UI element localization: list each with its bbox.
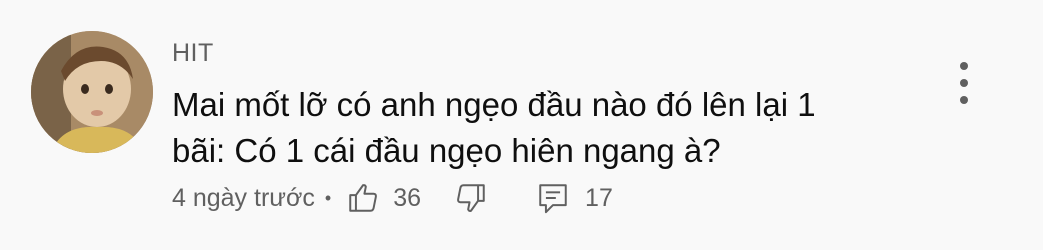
reply-button[interactable] xyxy=(533,178,573,218)
menu-dot xyxy=(960,62,968,70)
separator-dot: • xyxy=(324,187,332,208)
like-count: 36 xyxy=(393,183,422,212)
comment-text-line: Mai mốt lỡ có anh ngẹo đầu nào đó lên lạ… xyxy=(172,86,816,123)
comment-text: Mai mốt lỡ có anh ngẹo đầu nào đó lên lạ… xyxy=(172,82,932,174)
reply-count: 17 xyxy=(585,183,613,212)
menu-dot xyxy=(960,79,968,87)
avatar-photo xyxy=(31,31,153,153)
like-button[interactable] xyxy=(343,178,383,218)
comment-icon xyxy=(539,184,567,214)
menu-dot xyxy=(960,96,968,104)
more-vert-icon[interactable] xyxy=(946,58,982,108)
comment-timestamp[interactable]: 4 ngày trước xyxy=(172,184,315,213)
thumb-down-icon xyxy=(457,184,485,212)
comment-author[interactable]: HIT xyxy=(172,38,214,68)
comment-text-line: bãi: Có 1 cái đầu ngẹo hiên ngang à? xyxy=(172,132,721,169)
dislike-button[interactable] xyxy=(451,178,491,218)
comment-toolbar: 4 ngày trước • 36 17 xyxy=(172,176,613,220)
thumb-up-icon xyxy=(349,184,378,212)
avatar[interactable] xyxy=(31,31,153,153)
comment-card: HIT Mai mốt lỡ có anh ngẹo đầu nào đó lê… xyxy=(0,0,1043,250)
